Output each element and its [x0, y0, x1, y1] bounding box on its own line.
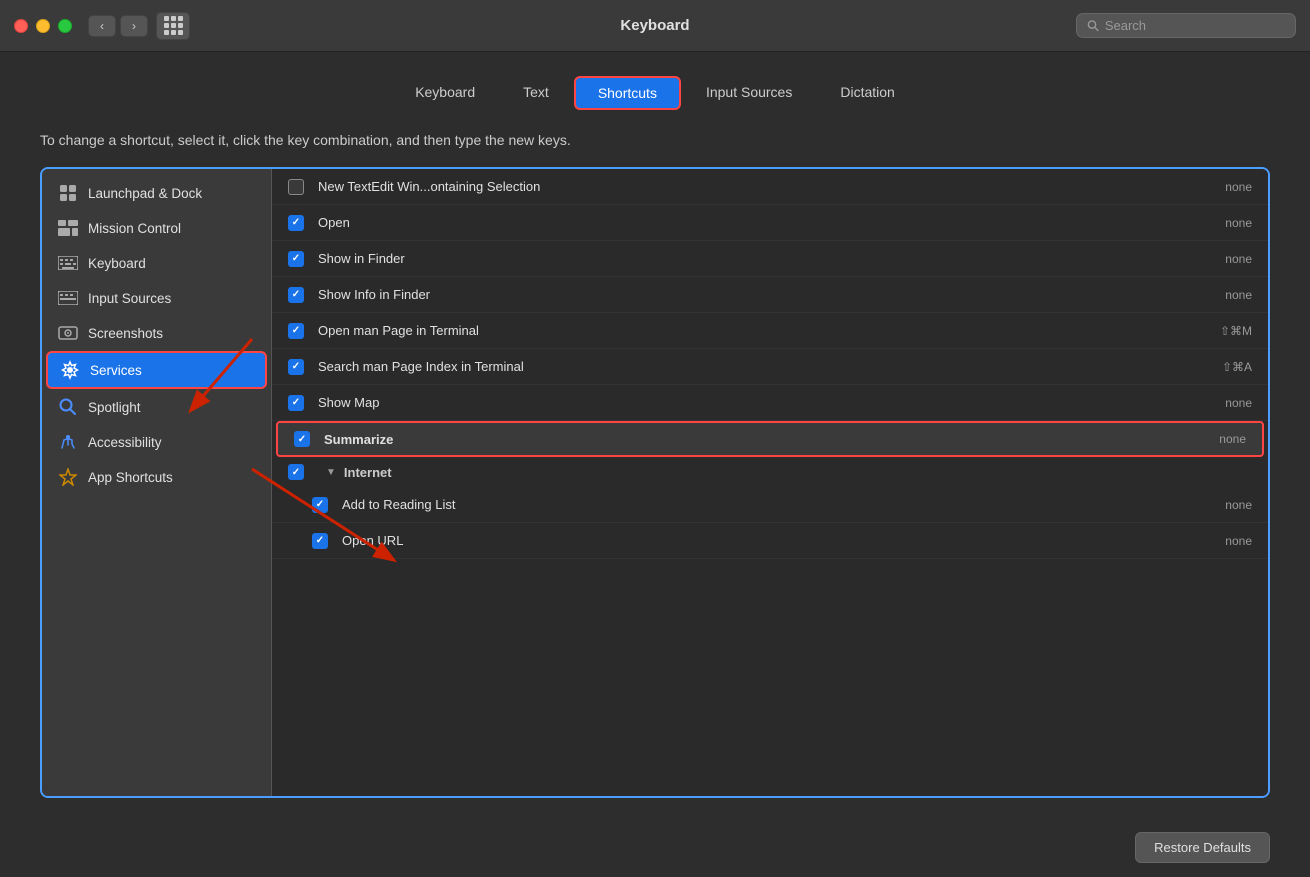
titlebar: ‹ › Keyboard — [0, 0, 1310, 52]
sidebar-item-app-shortcuts[interactable]: App Shortcuts — [46, 460, 267, 494]
screenshots-icon — [58, 323, 78, 343]
shortcut-key-summarize: none — [1219, 432, 1246, 446]
shortcut-key-show-finder: none — [1225, 252, 1252, 266]
close-button[interactable] — [14, 19, 28, 33]
shortcut-key-reading-list: none — [1225, 498, 1252, 512]
sidebar-item-label: Services — [90, 363, 142, 378]
sidebar-item-label: Mission Control — [88, 221, 181, 236]
shortcut-label-summarize: Summarize — [324, 432, 1219, 447]
minimize-button[interactable] — [36, 19, 50, 33]
mission-control-icon — [58, 218, 78, 238]
shortcut-row-search-man[interactable]: Search man Page Index in Terminal ⇧⌘A — [272, 349, 1268, 385]
tab-text[interactable]: Text — [500, 76, 572, 110]
bottom-bar: Restore Defaults — [0, 832, 1310, 877]
tabs-bar: Keyboard Text Shortcuts Input Sources Di… — [40, 76, 1270, 110]
shortcut-group-internet[interactable]: ▼ Internet — [272, 457, 1268, 487]
shortcut-row-show-map[interactable]: Show Map none — [272, 385, 1268, 421]
shortcut-row-summarize[interactable]: Summarize none — [276, 421, 1264, 457]
shortcut-key-open-url: none — [1225, 534, 1252, 548]
checkbox-show-info[interactable] — [288, 287, 304, 303]
main-panel: Launchpad & Dock Mission Control Keyboar… — [40, 167, 1270, 798]
sidebar-item-label: Input Sources — [88, 291, 171, 306]
checkbox-new-textedit[interactable] — [288, 179, 304, 195]
shortcut-key-new-textedit: none — [1225, 180, 1252, 194]
triangle-icon: ▼ — [326, 467, 336, 478]
services-icon — [60, 360, 80, 380]
sidebar-item-spotlight[interactable]: Spotlight — [46, 390, 267, 424]
checkbox-summarize[interactable] — [294, 431, 310, 447]
sidebar-item-label: Keyboard — [88, 256, 146, 271]
app-shortcuts-icon — [58, 467, 78, 487]
checkbox-reading-list[interactable] — [312, 497, 328, 513]
grid-icon — [164, 16, 183, 35]
group-label-internet: Internet — [344, 465, 392, 480]
sidebar-item-launchpad[interactable]: Launchpad & Dock — [46, 176, 267, 210]
checkbox-open[interactable] — [288, 215, 304, 231]
shortcut-key-open-man: ⇧⌘M — [1220, 324, 1252, 338]
sidebar-item-accessibility[interactable]: Accessibility — [46, 425, 267, 459]
sidebar-item-input-sources[interactable]: Input Sources — [46, 281, 267, 315]
shortcut-row-new-textedit[interactable]: New TextEdit Win...ontaining Selection n… — [272, 169, 1268, 205]
sidebar-item-label: Accessibility — [88, 435, 162, 450]
shortcut-label-reading-list: Add to Reading List — [342, 497, 1225, 512]
shortcut-row-open-url[interactable]: Open URL none — [272, 523, 1268, 559]
shortcut-key-open: none — [1225, 216, 1252, 230]
search-input[interactable] — [1105, 18, 1285, 33]
shortcut-label-show-info: Show Info in Finder — [318, 287, 1225, 302]
shortcut-row-open[interactable]: Open none — [272, 205, 1268, 241]
checkbox-show-map[interactable] — [288, 395, 304, 411]
search-bar[interactable] — [1076, 13, 1296, 38]
restore-defaults-button[interactable]: Restore Defaults — [1135, 832, 1270, 863]
shortcut-label-open-url: Open URL — [342, 533, 1225, 548]
main-content: Keyboard Text Shortcuts Input Sources Di… — [0, 52, 1310, 818]
sidebar-item-label: Screenshots — [88, 326, 163, 341]
checkbox-internet[interactable] — [288, 464, 304, 480]
sidebar-item-mission-control[interactable]: Mission Control — [46, 211, 267, 245]
checkbox-open-url[interactable] — [312, 533, 328, 549]
back-button[interactable]: ‹ — [88, 15, 116, 37]
shortcut-label-open: Open — [318, 215, 1225, 230]
shortcut-key-search-man: ⇧⌘A — [1222, 360, 1252, 374]
search-icon — [1087, 19, 1099, 32]
maximize-button[interactable] — [58, 19, 72, 33]
shortcut-row-show-finder[interactable]: Show in Finder none — [272, 241, 1268, 277]
checkbox-show-finder[interactable] — [288, 251, 304, 267]
shortcut-label-search-man: Search man Page Index in Terminal — [318, 359, 1222, 374]
shortcut-row-open-man[interactable]: Open man Page in Terminal ⇧⌘M — [272, 313, 1268, 349]
tab-shortcuts[interactable]: Shortcuts — [574, 76, 681, 110]
traffic-lights — [14, 19, 72, 33]
sidebar-item-label: Launchpad & Dock — [88, 186, 202, 201]
description-text: To change a shortcut, select it, click t… — [40, 130, 1270, 151]
grid-view-button[interactable] — [156, 12, 190, 40]
window-title: Keyboard — [620, 17, 689, 34]
forward-button[interactable]: › — [120, 15, 148, 37]
sidebar-item-services[interactable]: Services — [46, 351, 267, 389]
shortcut-label-show-finder: Show in Finder — [318, 251, 1225, 266]
shortcut-label-new-textedit: New TextEdit Win...ontaining Selection — [318, 179, 1225, 194]
sidebar-item-screenshots[interactable]: Screenshots — [46, 316, 267, 350]
checkbox-open-man[interactable] — [288, 323, 304, 339]
sidebar: Launchpad & Dock Mission Control Keyboar… — [42, 169, 272, 796]
input-sources-icon — [58, 288, 78, 308]
sidebar-item-keyboard[interactable]: Keyboard — [46, 246, 267, 280]
tab-keyboard[interactable]: Keyboard — [392, 76, 498, 110]
tab-input-sources[interactable]: Input Sources — [683, 76, 815, 110]
nav-buttons: ‹ › — [88, 15, 148, 37]
sidebar-item-label: App Shortcuts — [88, 470, 173, 485]
tab-dictation[interactable]: Dictation — [817, 76, 917, 110]
shortcut-label-open-man: Open man Page in Terminal — [318, 323, 1220, 338]
sidebar-item-label: Spotlight — [88, 400, 141, 415]
shortcut-row-show-info[interactable]: Show Info in Finder none — [272, 277, 1268, 313]
launchpad-icon — [58, 183, 78, 203]
shortcut-key-show-info: none — [1225, 288, 1252, 302]
checkbox-search-man[interactable] — [288, 359, 304, 375]
shortcut-label-show-map: Show Map — [318, 395, 1225, 410]
keyboard-icon — [58, 253, 78, 273]
shortcut-key-show-map: none — [1225, 396, 1252, 410]
shortcuts-panel: New TextEdit Win...ontaining Selection n… — [272, 169, 1268, 796]
spotlight-icon — [58, 397, 78, 417]
shortcut-row-reading-list[interactable]: Add to Reading List none — [272, 487, 1268, 523]
accessibility-icon — [58, 432, 78, 452]
